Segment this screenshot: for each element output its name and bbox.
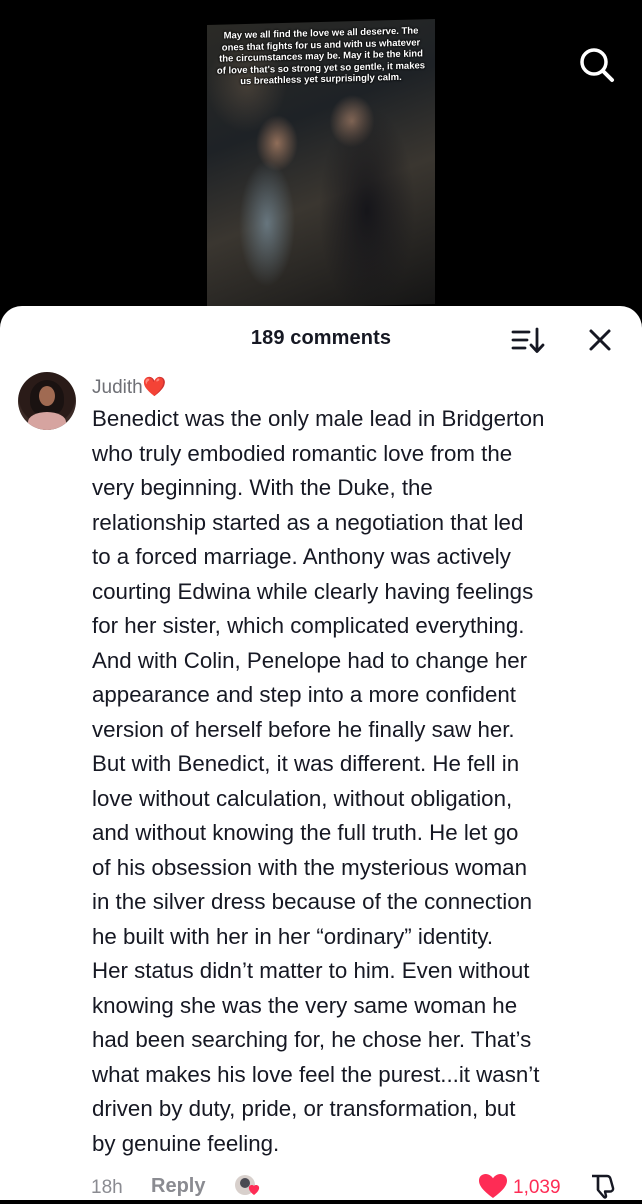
- video-caption: May we all find the love we all deserve.…: [216, 25, 426, 88]
- avatar-clothing: [28, 412, 66, 430]
- comment-text: Benedict was the only male lead in Bridg…: [92, 406, 545, 1156]
- video-player[interactable]: May we all find the love we all deserve.…: [0, 0, 642, 320]
- reply-button[interactable]: Reply: [151, 1175, 205, 1198]
- search-icon[interactable]: [576, 45, 616, 85]
- username-emoji: ❤️: [142, 377, 167, 398]
- comments-panel: 189 comments Judith❤️ Benedict was the o…: [0, 306, 642, 1200]
- comments-header: 189 comments: [0, 306, 642, 372]
- sort-icon[interactable]: [511, 326, 545, 356]
- thumbs-down-icon[interactable]: [589, 1173, 617, 1199]
- creator-liked-icon: [234, 1173, 264, 1197]
- comment-username[interactable]: Judith❤️: [92, 375, 166, 399]
- heart-icon[interactable]: [478, 1173, 508, 1199]
- video-thumbnail[interactable]: May we all find the love we all deserve.…: [207, 19, 435, 310]
- comment-time: 18h: [91, 1177, 123, 1198]
- comment-actions: 18h Reply 1,039: [0, 1171, 642, 1200]
- avatar-face: [39, 386, 55, 406]
- avatar[interactable]: [18, 372, 76, 430]
- comment-count: 189 comments: [250, 327, 392, 349]
- like-count: 1,039: [513, 1177, 561, 1198]
- username-text: Judith: [92, 377, 143, 398]
- close-icon[interactable]: [584, 324, 616, 356]
